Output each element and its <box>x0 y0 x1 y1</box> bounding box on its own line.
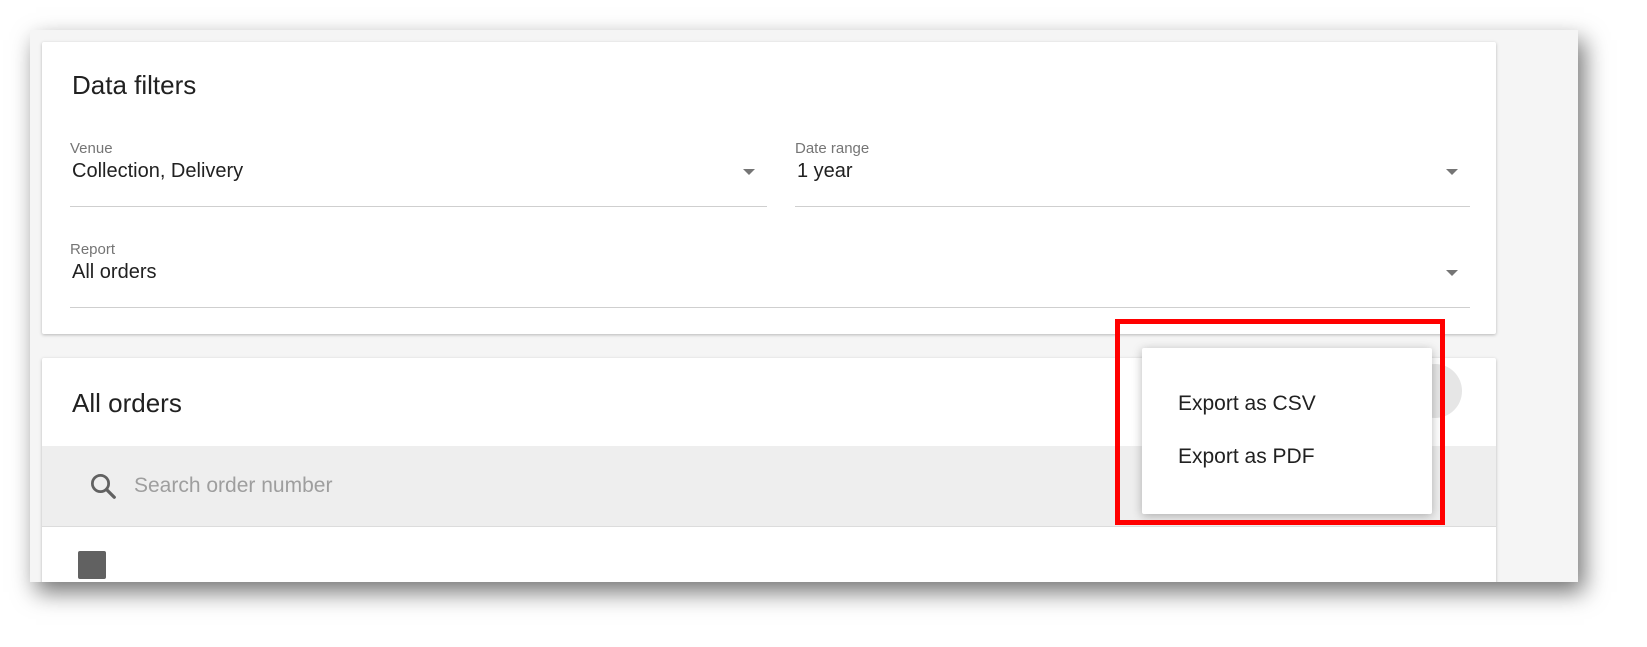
search-icon[interactable] <box>88 471 118 501</box>
data-filters-card: Data filters Venue Collection, Delivery … <box>42 42 1496 334</box>
report-value: All orders <box>72 261 157 283</box>
report-select[interactable]: Report All orders <box>70 241 1470 308</box>
chevron-down-icon <box>1446 270 1458 276</box>
date-range-label: Date range <box>795 140 870 157</box>
select-all-checkbox[interactable] <box>78 551 106 579</box>
highlight-box <box>1115 319 1445 525</box>
chevron-down-icon <box>743 169 755 175</box>
search-input[interactable] <box>134 470 734 502</box>
venue-select[interactable]: Venue Collection, Delivery <box>70 140 767 207</box>
date-range-value: 1 year <box>797 160 853 182</box>
data-filters-title: Data filters <box>72 70 197 100</box>
chevron-down-icon <box>1446 169 1458 175</box>
date-range-select[interactable]: Date range 1 year <box>795 140 1470 207</box>
all-orders-title: All orders <box>72 388 182 418</box>
report-label: Report <box>70 241 116 258</box>
venue-value: Collection, Delivery <box>72 160 244 182</box>
venue-label: Venue <box>70 140 113 157</box>
